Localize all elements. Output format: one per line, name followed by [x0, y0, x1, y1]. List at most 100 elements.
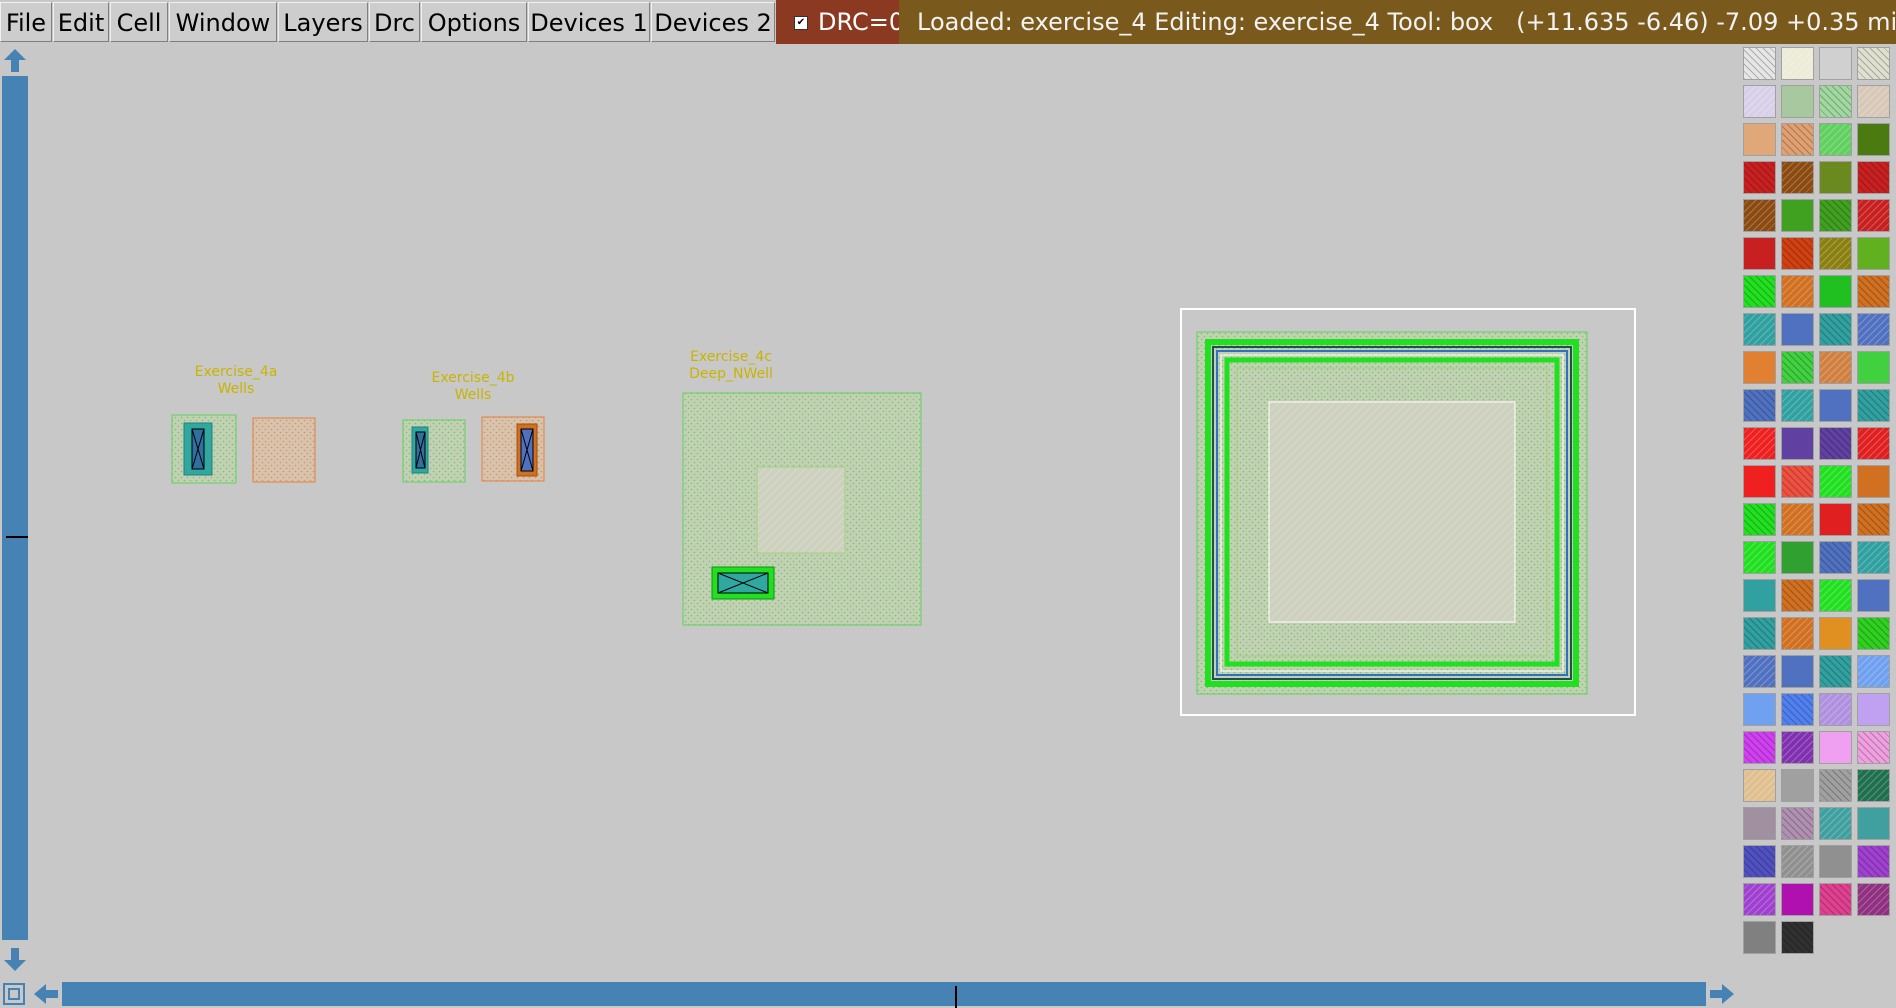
- menu-devices-1[interactable]: Devices 1: [528, 2, 650, 42]
- layer-swatch[interactable]: [1781, 275, 1814, 308]
- menu-layers[interactable]: Layers: [278, 2, 368, 42]
- layer-swatch[interactable]: [1743, 199, 1776, 232]
- layer-swatch[interactable]: [1743, 123, 1776, 156]
- layer-swatch[interactable]: [1857, 655, 1890, 688]
- layer-swatch[interactable]: [1743, 617, 1776, 650]
- layer-swatch[interactable]: [1857, 427, 1890, 460]
- layer-swatch[interactable]: [1819, 427, 1852, 460]
- layer-swatch[interactable]: [1819, 351, 1852, 384]
- layer-swatch[interactable]: [1781, 161, 1814, 194]
- layer-swatch[interactable]: [1857, 237, 1890, 270]
- cell-guard-ring[interactable]: [1180, 308, 1636, 716]
- layer-swatch[interactable]: [1781, 503, 1814, 536]
- layer-swatch[interactable]: [1819, 693, 1852, 726]
- layer-swatch[interactable]: [1857, 845, 1890, 878]
- menu-edit[interactable]: Edit: [53, 2, 109, 42]
- zoom-fit-icon[interactable]: [2, 982, 26, 1006]
- layer-swatch[interactable]: [1781, 351, 1814, 384]
- cell-exercise-4b[interactable]: [402, 416, 545, 483]
- layer-swatch[interactable]: [1819, 123, 1852, 156]
- menu-cell[interactable]: Cell: [110, 2, 168, 42]
- layer-swatch[interactable]: [1781, 47, 1814, 80]
- layer-swatch[interactable]: [1857, 275, 1890, 308]
- layer-swatch[interactable]: [1857, 807, 1890, 840]
- layer-swatch[interactable]: [1781, 465, 1814, 498]
- layer-swatch[interactable]: [1781, 389, 1814, 422]
- layer-swatch[interactable]: [1819, 237, 1852, 270]
- layer-swatch[interactable]: [1819, 769, 1852, 802]
- layer-swatch[interactable]: [1781, 541, 1814, 574]
- layer-swatch[interactable]: [1781, 693, 1814, 726]
- vertical-scroll-thumb[interactable]: [6, 536, 28, 538]
- layer-swatch[interactable]: [1743, 693, 1776, 726]
- layer-swatch[interactable]: [1857, 541, 1890, 574]
- layer-swatch[interactable]: [1857, 85, 1890, 118]
- horizontal-scroll-track[interactable]: [62, 982, 1706, 1008]
- layer-swatch[interactable]: [1819, 807, 1852, 840]
- layer-swatch[interactable]: [1743, 541, 1776, 574]
- layer-swatch[interactable]: [1743, 313, 1776, 346]
- layer-swatch[interactable]: [1781, 313, 1814, 346]
- layer-swatch[interactable]: [1743, 655, 1776, 688]
- layer-swatch[interactable]: [1819, 47, 1852, 80]
- layer-swatch[interactable]: [1857, 161, 1890, 194]
- scroll-right-arrow-icon[interactable]: [1708, 982, 1736, 1006]
- layer-swatch[interactable]: [1743, 503, 1776, 536]
- layer-swatch[interactable]: [1781, 731, 1814, 764]
- layer-swatch[interactable]: [1781, 807, 1814, 840]
- layer-swatch[interactable]: [1857, 579, 1890, 612]
- layer-swatch[interactable]: [1743, 427, 1776, 460]
- horizontal-scroll-thumb[interactable]: [955, 986, 957, 1008]
- layer-swatch[interactable]: [1743, 237, 1776, 270]
- layer-swatch[interactable]: [1819, 389, 1852, 422]
- layer-swatch[interactable]: [1819, 85, 1852, 118]
- scroll-down-arrow-icon[interactable]: [2, 946, 28, 974]
- layer-swatch[interactable]: [1857, 883, 1890, 916]
- layer-swatch[interactable]: [1781, 85, 1814, 118]
- scroll-left-arrow-icon[interactable]: [32, 982, 60, 1006]
- layer-swatch[interactable]: [1781, 579, 1814, 612]
- layer-swatch[interactable]: [1819, 275, 1852, 308]
- layer-swatch[interactable]: [1819, 617, 1852, 650]
- layer-swatch[interactable]: [1743, 845, 1776, 878]
- menu-file[interactable]: File: [0, 2, 52, 42]
- layer-swatch[interactable]: [1743, 465, 1776, 498]
- layer-swatch[interactable]: [1781, 199, 1814, 232]
- layer-swatch[interactable]: [1857, 465, 1890, 498]
- layer-swatch[interactable]: [1743, 579, 1776, 612]
- menu-options[interactable]: Options: [421, 2, 527, 42]
- layer-swatch[interactable]: [1857, 731, 1890, 764]
- layer-swatch[interactable]: [1857, 389, 1890, 422]
- layer-swatch[interactable]: [1743, 921, 1776, 954]
- layer-swatch[interactable]: [1743, 161, 1776, 194]
- layer-swatch[interactable]: [1819, 579, 1852, 612]
- cell-exercise-4a[interactable]: [171, 414, 316, 484]
- layer-swatch[interactable]: [1857, 351, 1890, 384]
- drc-toggle[interactable]: ✔ DRC=0: [776, 0, 904, 44]
- layer-swatch[interactable]: [1781, 617, 1814, 650]
- menu-devices-2[interactable]: Devices 2: [651, 2, 775, 42]
- layer-swatch[interactable]: [1857, 769, 1890, 802]
- layer-swatch[interactable]: [1781, 921, 1814, 954]
- drc-checkbox[interactable]: ✔: [794, 16, 808, 30]
- layout-drawing[interactable]: [30, 44, 1740, 980]
- layer-swatch[interactable]: [1857, 313, 1890, 346]
- menu-window[interactable]: Window: [169, 2, 277, 42]
- layer-swatch[interactable]: [1857, 199, 1890, 232]
- cell-exercise-4c[interactable]: [682, 392, 922, 626]
- layer-swatch[interactable]: [1857, 693, 1890, 726]
- layer-swatch[interactable]: [1743, 275, 1776, 308]
- layer-swatch[interactable]: [1743, 807, 1776, 840]
- layer-swatch[interactable]: [1819, 503, 1852, 536]
- layer-swatch[interactable]: [1743, 769, 1776, 802]
- layer-swatch[interactable]: [1743, 883, 1776, 916]
- vertical-scrollbar[interactable]: [0, 44, 30, 980]
- layer-swatch[interactable]: [1857, 123, 1890, 156]
- layer-swatch[interactable]: [1819, 199, 1852, 232]
- vertical-scroll-track[interactable]: [2, 76, 28, 940]
- layer-swatch[interactable]: [1743, 731, 1776, 764]
- layer-swatch[interactable]: [1781, 237, 1814, 270]
- layer-swatch[interactable]: [1743, 85, 1776, 118]
- layer-swatch[interactable]: [1819, 655, 1852, 688]
- layer-swatch[interactable]: [1857, 503, 1890, 536]
